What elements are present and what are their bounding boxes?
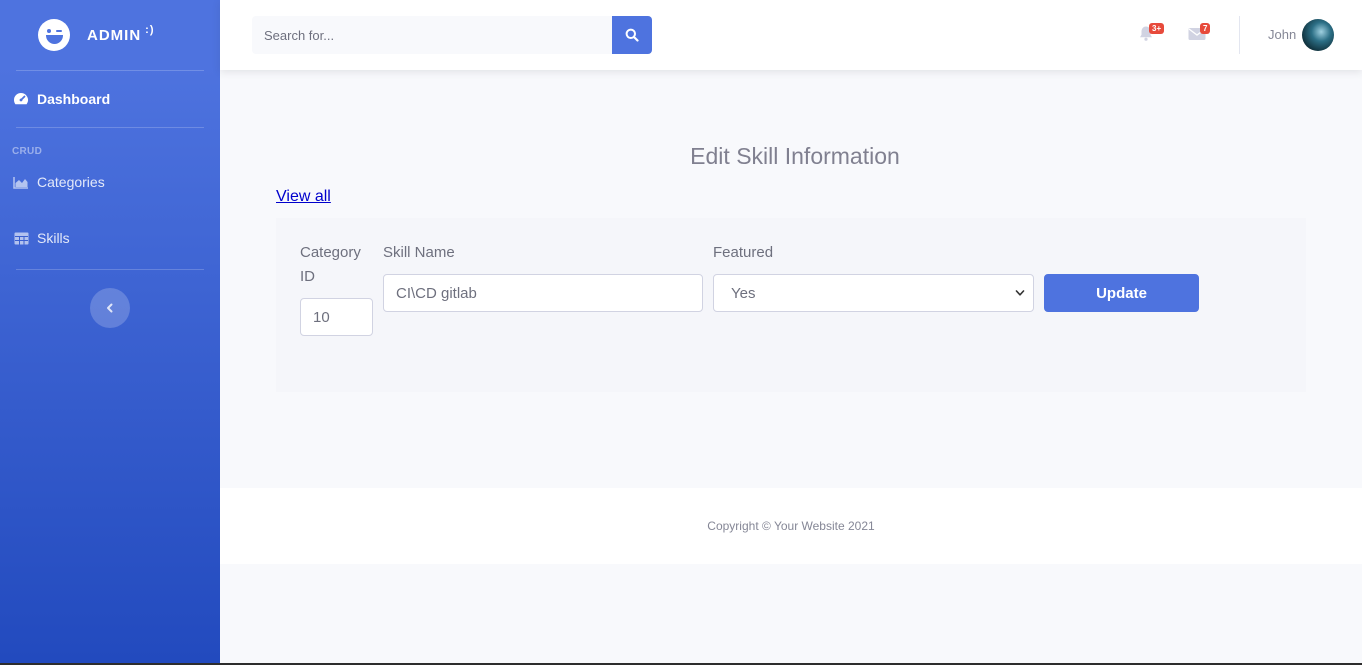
laugh-wink-icon bbox=[38, 19, 70, 51]
category-id-label: Category ID bbox=[300, 244, 361, 285]
update-button[interactable]: Update bbox=[1044, 274, 1199, 312]
topbar: 3+ 7 John bbox=[220, 0, 1362, 70]
sidebar-divider bbox=[16, 269, 204, 270]
sidebar-toggle-button[interactable] bbox=[90, 288, 130, 328]
footer: Copyright © Your Website 2021 bbox=[220, 488, 1362, 564]
copyright-text: Copyright © Your Website 2021 bbox=[707, 519, 875, 533]
sidebar-heading: CRUD bbox=[12, 146, 43, 157]
alerts-badge: 3+ bbox=[1149, 23, 1165, 34]
tachometer-icon bbox=[13, 92, 29, 106]
search-button[interactable] bbox=[612, 16, 652, 54]
sidebar-item-label: Skills bbox=[37, 230, 70, 246]
skill-name-label: Skill Name bbox=[383, 244, 455, 261]
brand-text: ADMIN:) bbox=[87, 23, 155, 44]
search-icon bbox=[625, 28, 639, 42]
chevron-left-icon bbox=[107, 303, 113, 313]
avatar[interactable] bbox=[1302, 19, 1334, 51]
featured-select[interactable]: Yes bbox=[713, 274, 1034, 312]
category-id-input[interactable]: 10 bbox=[300, 298, 373, 336]
sidebar-item-label: Dashboard bbox=[37, 91, 111, 107]
featured-label: Featured bbox=[713, 244, 774, 261]
skill-name-input[interactable]: CI\CD gitlab bbox=[383, 274, 703, 312]
page-title: Edit Skill Information bbox=[690, 143, 900, 169]
sidebar-item-categories[interactable]: Categories bbox=[0, 157, 220, 207]
sidebar: ADMIN:) Dashboard CRUD Categories Skills bbox=[0, 0, 220, 663]
messages-dropdown[interactable]: 7 bbox=[1188, 23, 1211, 45]
edit-skill-form: Category ID 10 Skill Name CI\CD gitlab F… bbox=[276, 218, 1306, 392]
brand-link[interactable]: ADMIN:) bbox=[0, 0, 220, 70]
search-input[interactable] bbox=[252, 16, 612, 54]
messages-badge: 7 bbox=[1200, 23, 1211, 34]
chevron-down-icon bbox=[1015, 290, 1025, 296]
alerts-dropdown[interactable]: 3+ bbox=[1138, 23, 1165, 45]
table-icon bbox=[13, 231, 29, 245]
sidebar-item-skills[interactable]: Skills bbox=[0, 207, 220, 269]
chart-area-icon bbox=[13, 175, 29, 189]
view-all-link[interactable]: View all bbox=[276, 188, 331, 206]
sidebar-item-label: Categories bbox=[37, 174, 105, 190]
topbar-divider bbox=[1239, 16, 1240, 54]
search-form bbox=[252, 16, 652, 54]
sidebar-item-dashboard[interactable]: Dashboard bbox=[0, 71, 220, 127]
user-name[interactable]: John bbox=[1268, 27, 1296, 42]
